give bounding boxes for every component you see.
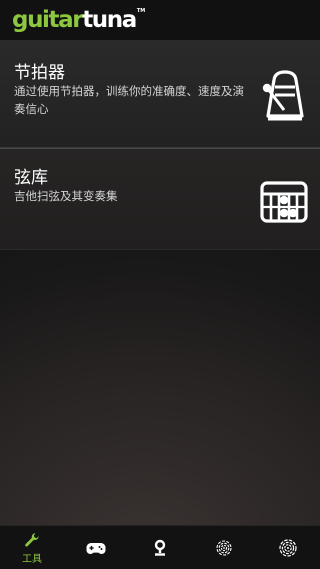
metronome-icon [262,70,304,121]
wrench-icon [25,532,39,547]
guitartuna-logo: guitar tuna TM [12,5,145,35]
chord-library-card[interactable]: 弦库 吉他扫弦及其变奏集 [0,149,320,250]
chord-library-description: 吉他扫弦及其变奏集 [14,189,118,203]
gamepad-icon [86,542,106,554]
fingerprint-icon [279,539,297,557]
chord-diagram-icon [260,181,308,223]
tab-fingerprint-2[interactable] [256,526,320,569]
tab-fingerprint-1[interactable] [192,526,256,569]
metronome-title: 节拍器 [14,63,65,83]
metronome-card[interactable]: 节拍器 通过使用节拍器，训练你的准确度、速度及演奏信心 [0,40,320,148]
metronome-description: 通过使用节拍器，训练你的准确度、速度及演奏信心 [14,84,244,116]
chord-library-title: 弦库 [14,168,48,188]
bottom-tab-bar: 工具 [0,525,320,569]
tuner-pin-icon [154,539,166,556]
tab-tuner[interactable] [128,526,192,569]
fingerprint-icon [216,540,232,556]
tab-tools-label: 工具 [22,553,42,565]
logo-text-guitar: guitar [12,6,84,33]
app-header: guitar tuna TM [0,0,320,40]
logo-trademark: TM [136,8,146,14]
tab-games[interactable] [64,526,128,569]
logo-text-tuna: tuna [82,6,137,33]
tab-tools[interactable]: 工具 [0,526,64,569]
